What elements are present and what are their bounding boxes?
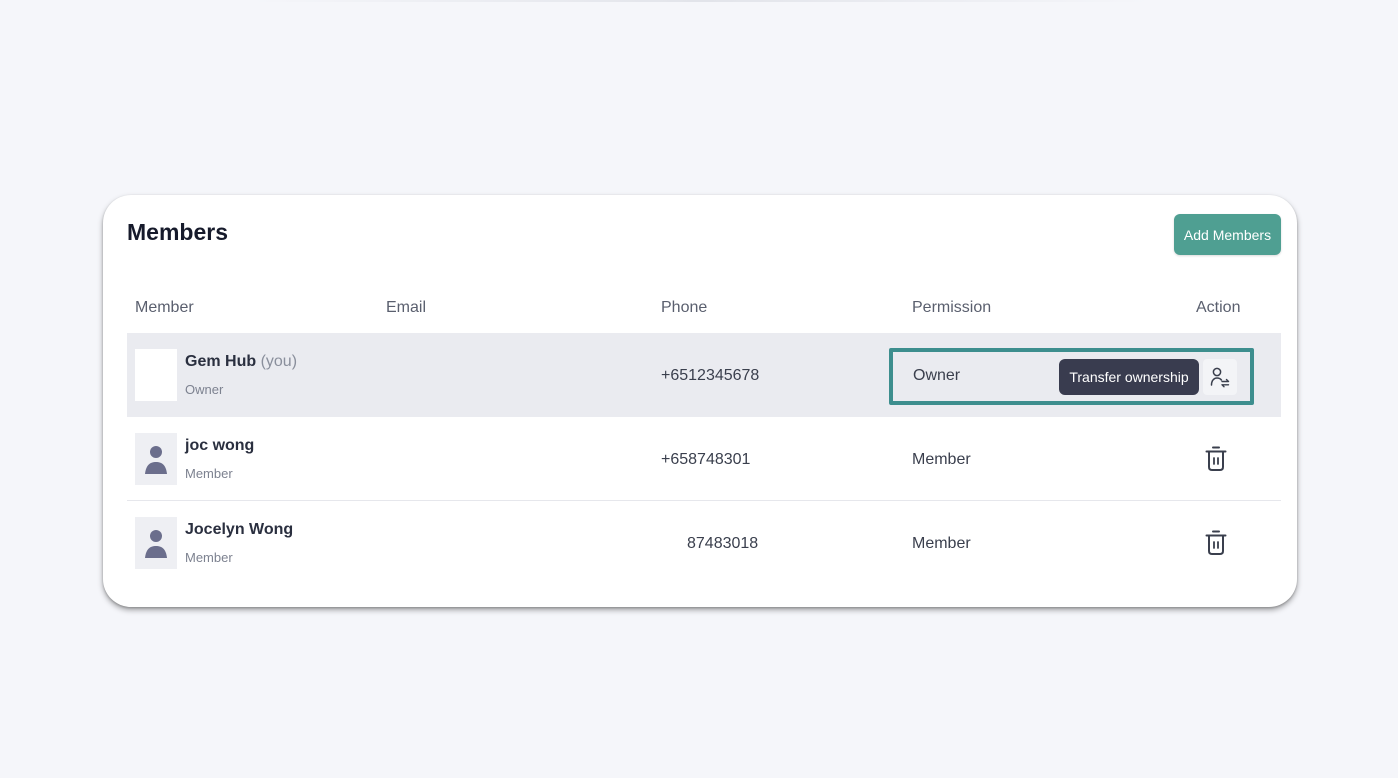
member-permission: Member: [912, 535, 971, 552]
avatar: [135, 349, 177, 401]
user-placeholder-icon: [145, 530, 167, 558]
member-permission: Member: [912, 451, 971, 468]
transfer-ownership-button[interactable]: [1203, 359, 1237, 395]
avatar: [135, 433, 177, 485]
member-phone: +658748301: [661, 451, 751, 468]
avatar: [135, 517, 177, 569]
column-header-phone: Phone: [661, 299, 708, 316]
page-title: Members: [127, 219, 228, 245]
member-name: Gem Hub (you): [185, 353, 297, 371]
member-name: joc wong: [185, 437, 255, 454]
add-members-button[interactable]: Add Members: [1174, 214, 1281, 255]
member-role: Member: [185, 550, 233, 565]
trash-icon[interactable]: [1204, 530, 1228, 556]
column-header-permission: Permission: [912, 299, 992, 316]
table-row: Jocelyn Wong Member 87483018 Member: [127, 501, 1281, 585]
transfer-ownership-tooltip: Transfer ownership: [1059, 359, 1199, 395]
member-permission: Owner: [913, 367, 961, 384]
column-header-member: Member: [135, 299, 194, 316]
member-role: Owner: [185, 382, 224, 397]
transfer-ownership-icon: [1210, 367, 1230, 388]
trash-icon[interactable]: [1204, 446, 1228, 472]
column-header-action: Action: [1196, 299, 1241, 316]
member-phone: 87483018: [687, 535, 759, 552]
member-name-text: Gem Hub: [185, 353, 257, 370]
member-name: Jocelyn Wong: [185, 521, 294, 538]
table-row: joc wong Member +658748301 Member: [127, 417, 1281, 501]
user-placeholder-icon: [145, 446, 167, 474]
column-header-email: Email: [386, 299, 427, 316]
top-divider: [250, 0, 1150, 2]
table-row: Gem Hub (you) Owner +6512345678 Owner Tr…: [127, 333, 1281, 417]
member-role: Member: [185, 466, 233, 481]
member-phone: +6512345678: [661, 367, 760, 384]
owner-permission-highlight: Owner Transfer ownership: [889, 348, 1254, 405]
you-suffix: (you): [260, 353, 298, 370]
members-card: Members Add Members Member Email Phone P…: [103, 195, 1297, 607]
